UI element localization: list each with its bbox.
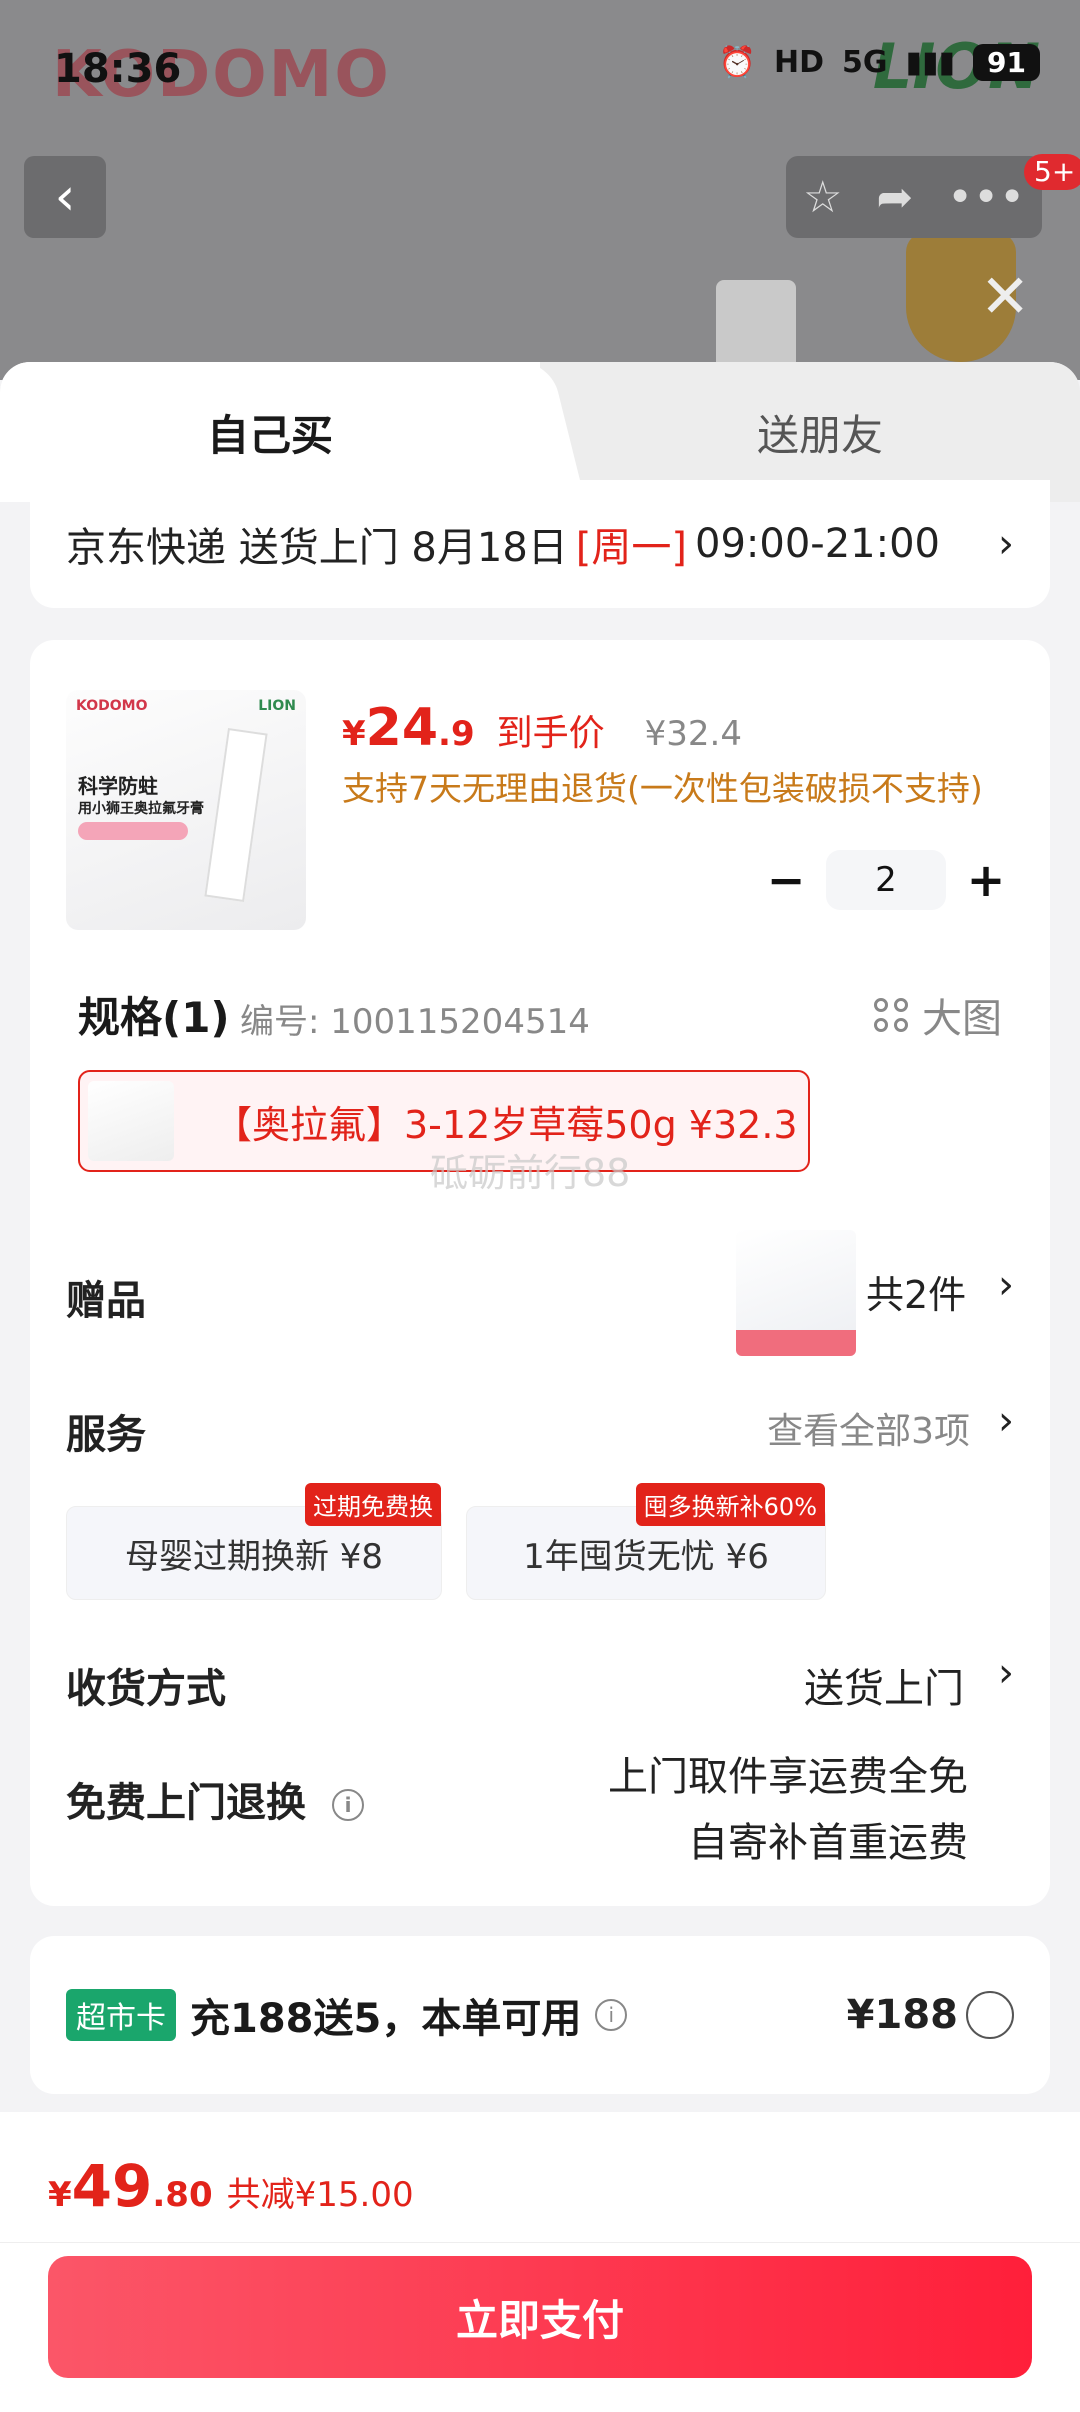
- total-decimal: .80: [152, 2175, 213, 2215]
- free-return-text: 免费上门退换: [66, 1780, 306, 1826]
- status-time: 18:36: [54, 46, 182, 92]
- top-action-bar: ☆ ➦ •••: [786, 156, 1042, 238]
- purchase-sheet: 自己买 送朋友 京东快递 送货上门 8月18日 [周一] 09:00-21:00…: [0, 362, 1080, 2412]
- share-icon[interactable]: ➦: [876, 172, 913, 223]
- big-image-button[interactable]: 大图: [874, 986, 1002, 1044]
- service-view-all[interactable]: 查看全部3项: [767, 1402, 970, 1454]
- delivery-time-window: 09:00-21:00: [695, 521, 940, 567]
- close-icon[interactable]: ✕: [980, 262, 1030, 332]
- total-price: ¥ 49 .80 共减¥15.00: [48, 2152, 414, 2220]
- gift-thumb-bar: [736, 1330, 856, 1356]
- total-symbol: ¥: [48, 2175, 72, 2215]
- pay-now-button[interactable]: 立即支付: [48, 2256, 1032, 2378]
- gift-label: 赠品: [66, 1278, 146, 1324]
- spec-thumbnail: [88, 1081, 174, 1161]
- big-image-label: 大图: [922, 996, 1002, 1042]
- shipping-label: 收货方式: [66, 1666, 226, 1712]
- price-symbol: ¥: [342, 714, 366, 754]
- service-option-label: 母婴过期换新 ¥8: [124, 1536, 384, 1577]
- quantity-value[interactable]: 2: [826, 850, 946, 910]
- service-option-label: 1年囤货无忧 ¥6: [523, 1536, 769, 1577]
- notification-badge: 5+: [1024, 154, 1080, 190]
- free-return-line1: 上门取件享运费全免: [608, 1754, 968, 1800]
- delivery-weekday: [周一]: [575, 525, 687, 571]
- gift-thumbnail[interactable]: [736, 1230, 856, 1356]
- checkout-footer: ¥ 49 .80 共减¥15.00 立即支付: [0, 2112, 1080, 2412]
- decrease-button[interactable]: −: [746, 850, 826, 910]
- signal-bars-icon: ▮▮▮: [905, 45, 956, 80]
- service-badge: 过期免费换: [305, 1483, 441, 1526]
- promo-tag: 超市卡: [66, 1989, 176, 2041]
- gift-count[interactable]: 共2件: [866, 1264, 966, 1319]
- delivery-row[interactable]: 京东快递 送货上门 8月18日 [周一] 09:00-21:00 ›: [30, 480, 1050, 608]
- chevron-left-icon: ‹: [54, 167, 76, 227]
- supermarket-card-promo: 超市卡 充188送5，本单可用 i ¥188: [30, 1936, 1050, 2094]
- back-button[interactable]: ‹: [24, 156, 106, 238]
- product-image-lion: LION: [258, 698, 296, 714]
- info-icon[interactable]: i: [595, 1999, 628, 2031]
- product-image-pill: [78, 822, 188, 840]
- chevron-right-icon: ›: [998, 1650, 1014, 1696]
- product-image[interactable]: KODOMO LION 科学防蛀 用小狮王奥拉氟牙膏: [66, 690, 306, 930]
- free-return-line2: 自寄补首重运费: [688, 1820, 968, 1866]
- chevron-right-icon: ›: [998, 1398, 1014, 1444]
- signal-icon: 5G: [842, 45, 888, 80]
- total-integer: 49: [71, 2152, 153, 2220]
- service-option-stock-worry-free[interactable]: 1年囤货无忧 ¥6 囤多换新补60%: [466, 1483, 826, 1600]
- spec-title: 规格(1): [78, 993, 230, 1042]
- price-integer: 24: [365, 698, 439, 758]
- product-image-subtitle: 用小狮王奥拉氟牙膏: [78, 801, 204, 817]
- spec-code: 编号: 100115204514: [240, 1002, 590, 1042]
- return-policy-note: 支持7天无理由退货(一次性包装破损不支持): [342, 769, 983, 808]
- hd-icon: HD: [773, 45, 824, 80]
- service-badge: 囤多换新补60%: [635, 1483, 825, 1526]
- product-image-title: 科学防蛀: [78, 774, 158, 798]
- promo-price: ¥188: [846, 1992, 958, 2038]
- chevron-right-icon: ›: [998, 1262, 1014, 1308]
- footer-divider: [0, 2242, 1080, 2243]
- battery-icon: 91: [973, 44, 1040, 81]
- total-savings: 共减¥15.00: [226, 2175, 414, 2215]
- price-decimal: .9: [438, 714, 475, 754]
- watermark: 砥砺前行88: [430, 1151, 631, 1195]
- service-label: 服务: [66, 1412, 146, 1458]
- delivery-text: 京东快递 送货上门 8月18日: [66, 525, 568, 571]
- quantity-stepper: − 2 +: [746, 850, 1026, 910]
- price-tag: 到手价: [496, 713, 605, 754]
- more-icon[interactable]: •••: [947, 172, 1025, 223]
- info-icon[interactable]: i: [332, 1789, 364, 1821]
- status-bar: 18:36 ⏰ HD 5G ▮▮▮ 91: [0, 0, 1080, 140]
- service-option-expired-renew[interactable]: 母婴过期换新 ¥8 过期免费换: [66, 1483, 442, 1600]
- free-return-label: 免费上门退换 i: [66, 1770, 364, 1828]
- product-image-logo: KODOMO: [76, 698, 148, 714]
- promo-text: 充188送5，本单可用: [190, 1996, 582, 2042]
- price-row: ¥ 24 .9 到手价 ¥32.4: [342, 698, 742, 758]
- promo-radio[interactable]: [966, 1991, 1014, 2039]
- alarm-icon: ⏰: [718, 45, 756, 80]
- chevron-right-icon: ›: [998, 521, 1014, 567]
- increase-button[interactable]: +: [946, 850, 1026, 910]
- status-icons: ⏰ HD 5G ▮▮▮ 91: [719, 44, 1040, 81]
- order-card: KODOMO LION 科学防蛀 用小狮王奥拉氟牙膏 ¥ 24 .9 到手价 ¥…: [30, 640, 1050, 1906]
- original-price: ¥32.4: [644, 714, 742, 754]
- star-icon[interactable]: ☆: [803, 172, 842, 223]
- tab-label: 送朋友: [756, 410, 883, 460]
- shipping-value[interactable]: 送货上门: [804, 1656, 964, 1714]
- toothpaste-tube-image: [204, 728, 268, 902]
- tab-label: 自己买: [206, 410, 333, 460]
- grid-icon: [874, 998, 908, 1032]
- spec-option-label: 【奥拉氟】3-12岁草莓50g ¥32.3: [214, 1102, 798, 1147]
